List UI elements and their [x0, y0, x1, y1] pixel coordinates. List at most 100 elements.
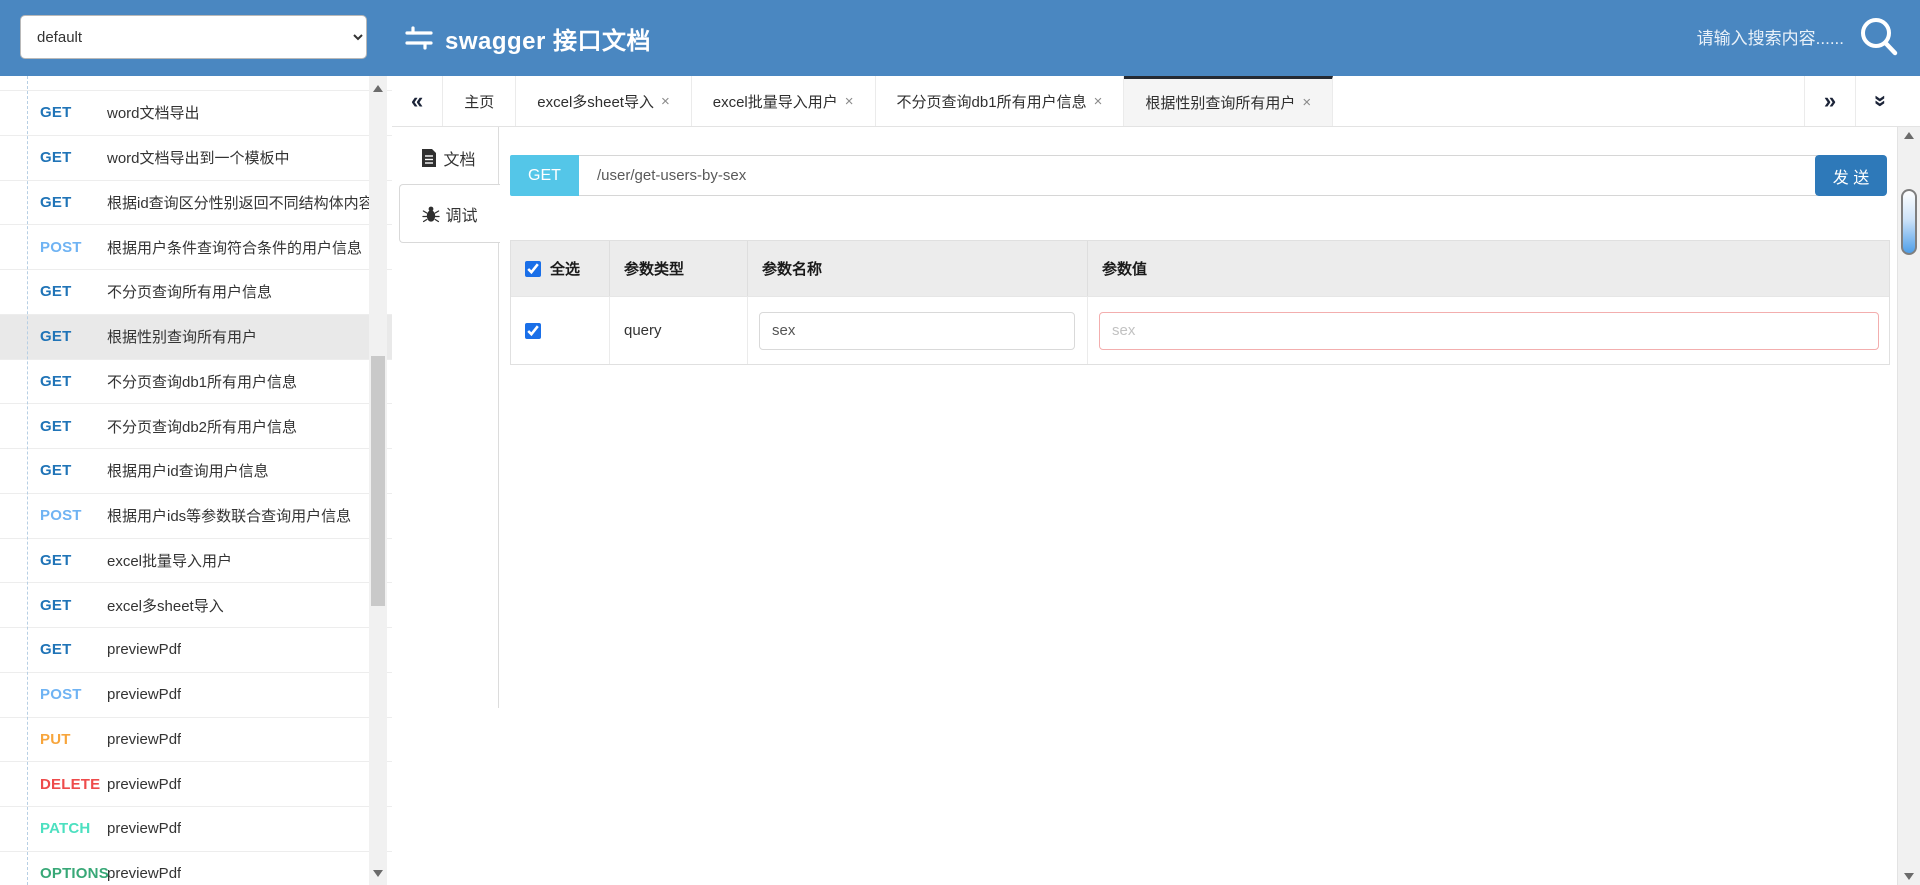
header-param-name-label: 参数名称 — [762, 261, 823, 278]
tab-excel-import-users[interactable]: excel批量导入用户 × — [691, 76, 876, 126]
request-params-table: 全选 参数类型 参数名称 参数值 query — [510, 240, 1890, 365]
api-list-item[interactable]: OPTIONS previewPdf — [0, 851, 392, 885]
api-list-item-selected[interactable]: GET 根据性别查询所有用户 — [0, 314, 392, 360]
http-method-badge: DELETE — [40, 775, 101, 793]
api-list-item[interactable]: POST previewPdf — [0, 672, 392, 718]
http-method-badge: GET — [40, 551, 72, 569]
api-item-label: 根据用户ids等参数联合查询用户信息 — [107, 508, 352, 526]
tab-close-icon[interactable]: × — [661, 94, 670, 109]
param-value-input[interactable] — [1099, 311, 1879, 350]
http-method-badge: GET — [40, 372, 72, 390]
tabs-right-controls: » » — [1804, 76, 1906, 126]
api-list-item[interactable]: PATCH previewPdf — [0, 807, 392, 852]
tabs-scroll-left-button[interactable]: « — [392, 76, 444, 126]
api-group-select[interactable]: default — [20, 15, 367, 59]
param-row-select-cell — [511, 297, 610, 364]
opened-tabs-bar: « 主页 excel多sheet导入 × excel批量导入用户 × 不分页查询… — [392, 76, 1920, 127]
sidebar-scrollbar[interactable] — [369, 76, 387, 885]
select-all-checkbox[interactable] — [525, 260, 541, 277]
tabs-scroll-right-button[interactable]: » — [1804, 76, 1855, 126]
tab-close-icon[interactable]: × — [1302, 95, 1311, 110]
api-list-item[interactable]: POST 根据用户ids等参数联合查询用户信息 — [0, 493, 392, 539]
subtab-doc-label: 文档 — [443, 152, 476, 169]
http-method-badge: POST — [40, 238, 82, 256]
http-method-badge: POST — [40, 507, 82, 525]
main-panel: « 主页 excel多sheet导入 × excel批量导入用户 × 不分页查询… — [392, 76, 1920, 885]
page-title: swagger 接口文档 — [445, 27, 652, 55]
tab-label: excel批量导入用户 — [712, 93, 838, 111]
app-logo: swagger 接口文档 — [404, 0, 651, 76]
api-row-partial — [0, 76, 392, 91]
request-url-input[interactable] — [579, 155, 1817, 196]
api-item-label: 根据id查询区分性别返回不同结构体内容 — [107, 194, 374, 212]
tab-query-users-by-sex-active[interactable]: 根据性别查询所有用户 × — [1124, 76, 1334, 126]
param-name-cell — [748, 297, 1088, 364]
send-button[interactable]: 发 送 — [1815, 155, 1887, 196]
request-url-row: GET 发 送 — [510, 155, 1887, 196]
api-item-label: previewPdf — [107, 641, 182, 659]
api-item-label: previewPdf — [107, 686, 182, 704]
api-item-label: excel批量导入用户 — [107, 552, 233, 570]
api-list-item[interactable]: POST 根据用户条件查询符合条件的用户信息 — [0, 225, 392, 270]
http-method-badge: GET — [40, 104, 72, 122]
api-list-item[interactable]: GET previewPdf — [0, 628, 392, 673]
http-method-badge: OPTIONS — [40, 865, 109, 883]
param-name-input[interactable] — [759, 311, 1075, 350]
scroll-up-icon[interactable] — [1898, 132, 1920, 139]
api-item-label: 根据用户id查询用户信息 — [107, 463, 269, 481]
sidebar-scrollbar-thumb[interactable] — [371, 356, 385, 606]
param-type-value: query — [624, 322, 662, 339]
subtab-debug-active[interactable]: 调试 — [399, 184, 500, 243]
select-all-label: 全选 — [550, 261, 581, 278]
bug-icon — [422, 206, 441, 222]
http-method-badge: GET — [40, 149, 72, 167]
api-item-label: word文档导出到一个模板中 — [107, 150, 290, 168]
header-param-type-label: 参数类型 — [624, 261, 685, 278]
header-param-value-label: 参数值 — [1102, 261, 1148, 278]
document-icon — [422, 149, 437, 167]
api-list-item[interactable]: GET 根据用户id查询用户信息 — [0, 449, 392, 494]
tab-close-icon[interactable]: × — [845, 94, 854, 109]
scroll-up-icon[interactable] — [369, 80, 387, 96]
scroll-down-icon[interactable] — [1898, 873, 1920, 880]
tab-label: 根据性别查询所有用户 — [1145, 95, 1296, 112]
param-value-cell — [1088, 297, 1889, 364]
tab-close-icon[interactable]: × — [1094, 94, 1103, 109]
api-list-item[interactable]: GET 不分页查询db2所有用户信息 — [0, 404, 392, 449]
search-icon[interactable] — [1856, 13, 1904, 61]
http-method-badge: GET — [40, 596, 72, 614]
search-input[interactable] — [1582, 20, 1846, 58]
tab-query-db1-users[interactable]: 不分页查询db1所有用户信息 × — [875, 76, 1125, 126]
api-list-item[interactable]: GET 不分页查询db1所有用户信息 — [0, 359, 392, 405]
api-list-item[interactable]: GET word文档导出到一个模板中 — [0, 135, 392, 181]
header-param-value: 参数值 — [1088, 241, 1889, 296]
api-item-label: 不分页查询db2所有用户信息 — [107, 418, 298, 436]
main-scrollbar[interactable] — [1897, 127, 1920, 885]
tab-excel-multisheet[interactable]: excel多sheet导入 × — [516, 76, 692, 126]
params-table-header: 全选 参数类型 参数名称 参数值 — [511, 241, 1889, 296]
api-list-item[interactable]: GET excel批量导入用户 — [0, 538, 392, 584]
tab-home[interactable]: 主页 — [443, 76, 517, 126]
swagger-logo-icon — [405, 26, 433, 50]
api-item-label: 根据性别查询所有用户 — [107, 329, 258, 347]
param-row-checkbox[interactable] — [525, 322, 541, 339]
api-list-item[interactable]: PUT previewPdf — [0, 717, 392, 763]
api-item-label: previewPdf — [107, 865, 182, 883]
param-table-row: query — [511, 296, 1889, 364]
api-item-label: 不分页查询db1所有用户信息 — [107, 373, 298, 391]
api-list-item[interactable]: GET 根据id查询区分性别返回不同结构体内容 — [0, 180, 392, 226]
tab-label: excel多sheet导入 — [537, 93, 654, 111]
subtab-doc[interactable]: 文档 — [399, 140, 498, 176]
api-item-label: previewPdf — [107, 775, 182, 793]
chevron-double-down-icon: » — [1869, 94, 1894, 108]
tabs-collapse-button[interactable]: » — [1855, 76, 1906, 126]
api-list-item[interactable]: GET word文档导出 — [0, 91, 392, 136]
scroll-down-icon[interactable] — [369, 865, 387, 881]
api-item-label: previewPdf — [107, 730, 182, 748]
main-scrollbar-thumb[interactable] — [1901, 189, 1917, 255]
http-method-badge: PATCH — [40, 820, 91, 838]
api-list-item[interactable]: GET excel多sheet导入 — [0, 583, 392, 628]
api-list-item[interactable]: DELETE previewPdf — [0, 762, 392, 807]
api-item-label: previewPdf — [107, 820, 182, 838]
api-list-item[interactable]: GET 不分页查询所有用户信息 — [0, 270, 392, 315]
